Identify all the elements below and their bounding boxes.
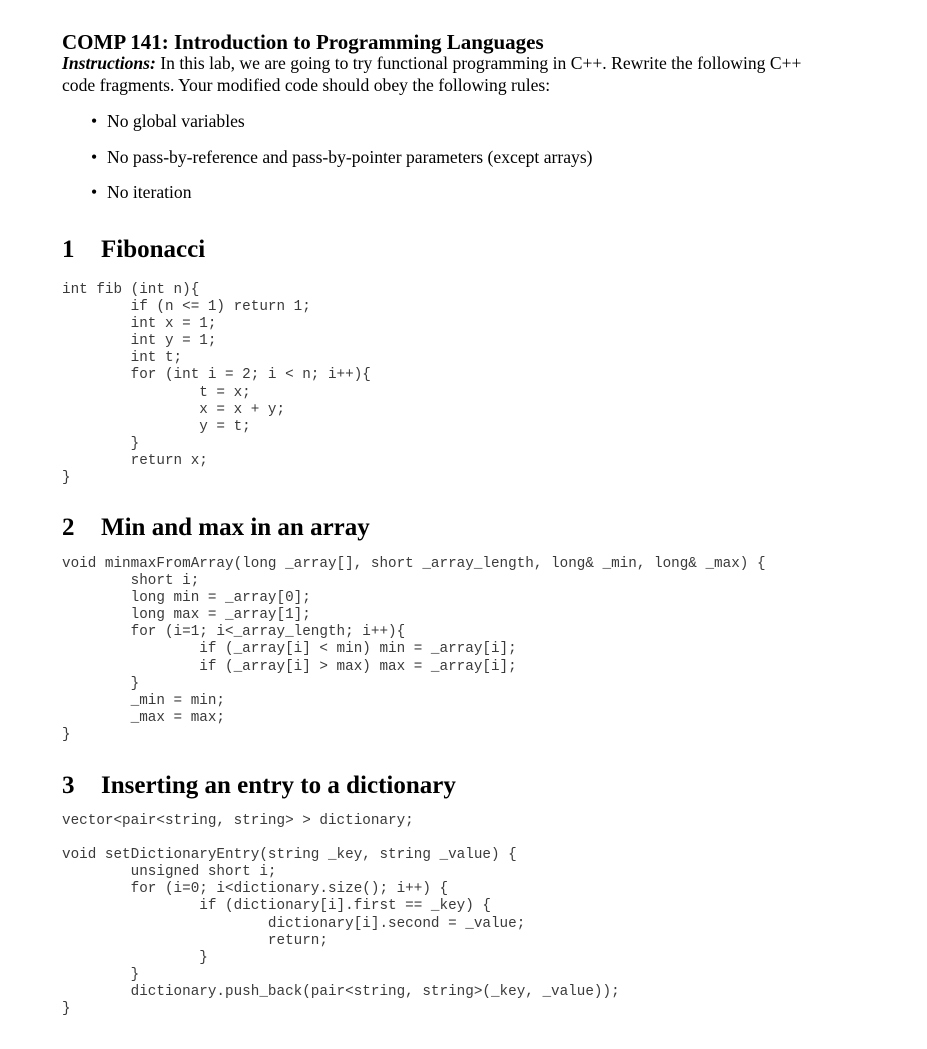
code-line: void minmaxFromArray(long _array[], shor… [62,556,766,572]
code-line: } [62,675,140,692]
code-line: } [62,1001,71,1018]
bullet-icon: • [91,111,98,131]
code-line: return; [62,932,328,949]
code-line: int x = 1; [62,316,217,333]
document-title: COMP 141: Introduction to Programming La… [62,30,544,54]
code-line: for (i=1; i<_array_length; i++){ [62,624,406,641]
code-line: int y = 1; [62,333,217,350]
instructions-label: Instructions: [62,53,156,73]
code-line: if (dictionary[i].first == _key) { [62,898,491,915]
instructions-line-1: Instructions: In this lab, we are going … [62,53,801,74]
code-line: long min = _array[0]; [62,590,311,607]
code-line: } [62,726,71,743]
section-title: Min and max in an array [101,514,370,541]
code-line: unsigned short i; [62,864,277,881]
code-line: if (n <= 1) return 1; [62,299,311,316]
code-line: int fib (int n){ [62,282,200,298]
code-line: void setDictionaryEntry(string _key, str… [62,847,517,864]
code-line: } [62,949,208,966]
rule-item: • No pass-by-reference and pass-by-pointe… [91,147,593,168]
code-block-minmax: void minmaxFromArray(long _array[], shor… [62,556,766,744]
section-heading-minmax: 2 Min and max in an array [62,514,370,542]
code-line: for (i=0; i<dictionary.size(); i++) { [62,881,449,898]
code-line: dictionary.push_back(pair<string, string… [62,983,620,1000]
rule-text: No pass-by-reference and pass-by-pointer… [107,147,593,167]
code-line: y = t; [62,418,251,435]
code-line: dictionary[i].second = _value; [62,915,526,932]
rule-item: • No iteration [91,182,192,203]
code-line: t = x; [62,384,251,401]
code-line: } [62,966,140,983]
code-line: return x; [62,452,208,469]
code-line: if (_array[i] < min) min = _array[i]; [62,641,517,658]
section-heading-fibonacci: 1 Fibonacci [62,236,205,264]
code-line: int t; [62,350,183,367]
code-line: } [62,470,71,487]
section-title: Inserting an entry to a dictionary [101,772,456,799]
code-line: long max = _array[1]; [62,607,311,624]
bullet-icon: • [91,182,98,202]
code-line: x = x + y; [62,401,286,418]
section-title: Fibonacci [101,236,206,263]
section-number: 1 [62,236,75,263]
rule-text: No iteration [107,182,192,202]
code-block-dictionary: vector<pair<string, string> > dictionary… [62,813,620,1018]
code-line: for (int i = 2; i < n; i++){ [62,367,371,384]
instructions-text-1: In this lab, we are going to try functio… [155,53,802,73]
code-line: } [62,435,140,452]
code-line: _max = max; [62,709,226,726]
section-number: 3 [62,772,75,799]
code-line: vector<pair<string, string> > dictionary… [62,813,414,829]
code-line: if (_array[i] > max) max = _array[i]; [62,658,517,675]
bullet-icon: • [91,147,98,167]
rule-text: No global variables [107,111,245,131]
code-line: short i; [62,573,200,590]
instructions-line-2: code fragments. Your modified code shoul… [62,75,551,95]
section-heading-dictionary: 3 Inserting an entry to a dictionary [62,772,456,800]
rule-item: • No global variables [91,111,245,132]
code-line: _min = min; [62,692,226,709]
section-number: 2 [62,514,75,541]
code-block-fibonacci: int fib (int n){ if (n <= 1) return 1; i… [62,282,371,487]
